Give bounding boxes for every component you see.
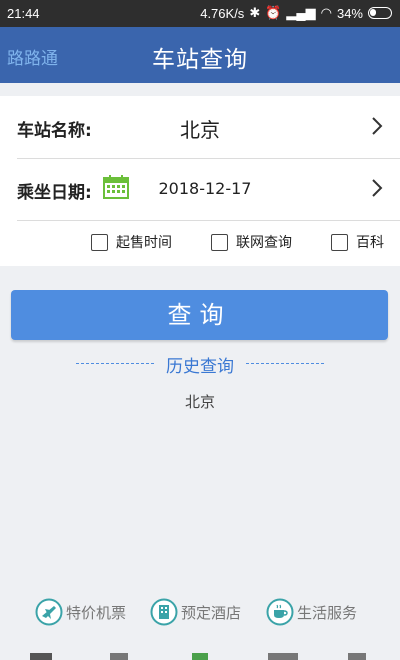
nav-tab-icon[interactable]	[268, 653, 298, 660]
alarm-icon: ⏰	[265, 5, 282, 20]
query-button[interactable]: 查询	[11, 290, 388, 340]
service-life[interactable]: 生活服务	[266, 598, 357, 626]
status-indicators: 4.76K/s ✱ ⏰ ▂▄▆ ◠ 34%	[200, 5, 392, 21]
service-label: 预定酒店	[181, 603, 242, 622]
status-time: 21:44	[7, 6, 40, 21]
nav-tab-icon[interactable]	[110, 653, 128, 660]
title-bar: 路路通 车站查询	[0, 27, 400, 83]
bluetooth-icon: ✱	[249, 5, 261, 20]
query-options: 起售时间 联网查询 百科	[0, 232, 400, 262]
checkbox-box[interactable]	[331, 233, 348, 251]
history-divider-right	[246, 363, 324, 364]
checkbox-label: 联网查询	[236, 235, 292, 251]
history-header: 历史查询	[0, 352, 400, 377]
service-hotel[interactable]: 预定酒店	[150, 598, 241, 626]
service-label: 特价机票	[66, 603, 127, 622]
battery-percent: 34%	[336, 5, 363, 21]
checkbox-box[interactable]	[91, 233, 108, 251]
coffee-icon	[266, 598, 294, 626]
nav-tab-icon[interactable]	[192, 653, 208, 660]
checkbox-online-query[interactable]: 联网查询	[211, 232, 292, 252]
hotel-icon	[150, 598, 178, 626]
service-links: 特价机票 预定酒店 生活服务	[0, 598, 400, 630]
page-title: 车站查询	[152, 47, 248, 73]
history-item[interactable]: 北京	[0, 391, 400, 412]
station-row[interactable]: 车站名称: 北京	[0, 96, 400, 159]
battery-icon	[368, 7, 392, 19]
row-divider	[17, 220, 400, 221]
nav-tab-icon[interactable]	[30, 653, 52, 660]
station-value: 北京	[180, 118, 220, 142]
wifi-icon: ◠	[320, 5, 332, 20]
nav-tab-icon[interactable]	[348, 653, 366, 660]
history-title: 历史查询	[166, 357, 234, 377]
date-row[interactable]: 乘坐日期: 2018-12-17	[0, 158, 400, 221]
history-divider-left	[76, 363, 154, 364]
query-form: 车站名称: 北京 乘坐日期: 2018-12-17 起售时间 联网查询 百科	[0, 96, 400, 266]
checkbox-box[interactable]	[211, 233, 228, 251]
service-label: 生活服务	[297, 603, 358, 622]
checkbox-label: 百科	[356, 235, 384, 251]
signal-icon: ▂▄▆	[286, 5, 316, 20]
status-bar: 21:44 4.76K/s ✱ ⏰ ▂▄▆ ◠ 34%	[0, 0, 400, 27]
checkbox-label: 起售时间	[116, 235, 172, 251]
checkbox-sale-time[interactable]: 起售时间	[91, 232, 172, 252]
date-value: 2018-12-17	[158, 179, 252, 198]
plane-icon	[35, 598, 63, 626]
service-flights[interactable]: 特价机票	[35, 598, 126, 626]
checkbox-wiki[interactable]: 百科	[331, 232, 384, 252]
chevron-right-icon	[372, 179, 383, 197]
bottom-nav	[0, 648, 400, 660]
net-speed: 4.76K/s	[200, 5, 245, 21]
chevron-right-icon	[372, 117, 383, 135]
